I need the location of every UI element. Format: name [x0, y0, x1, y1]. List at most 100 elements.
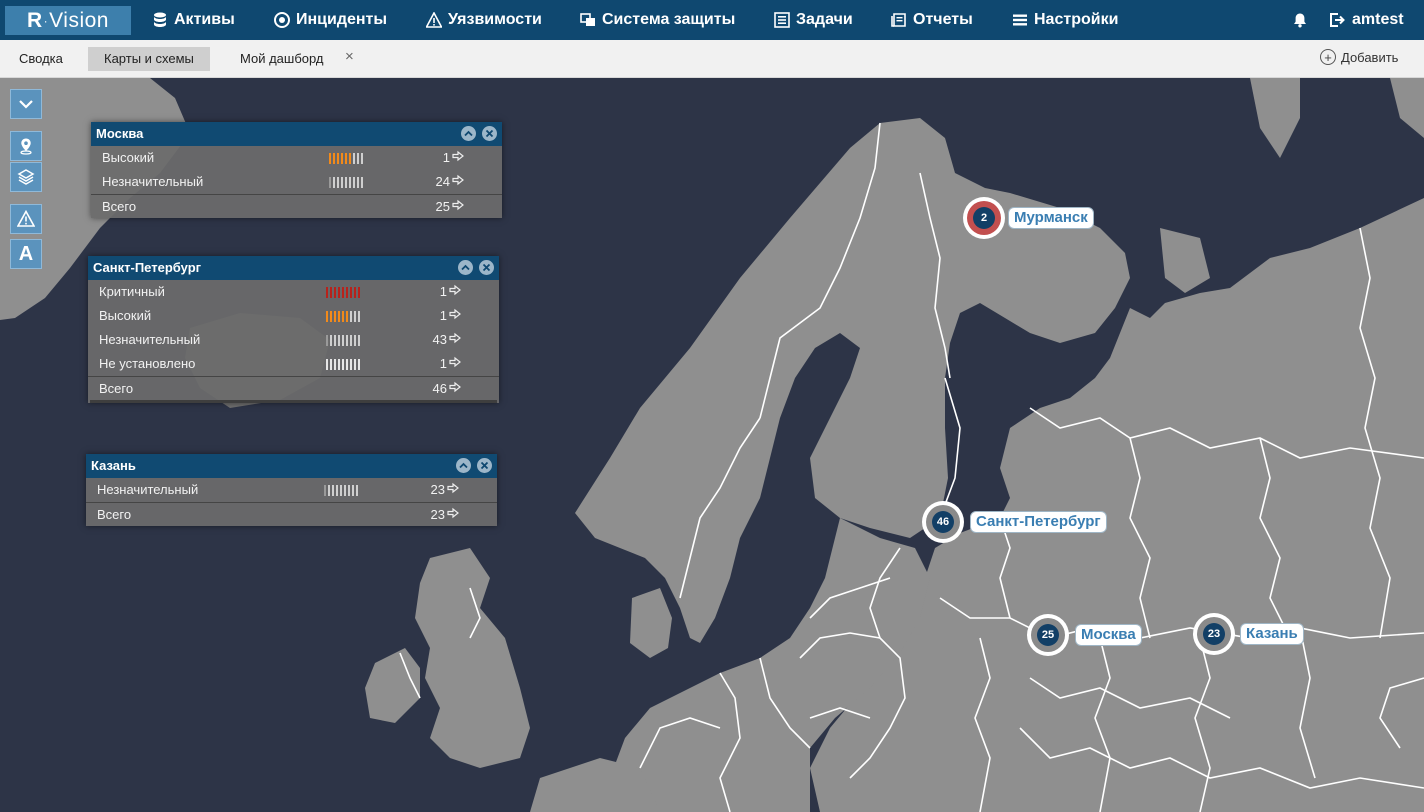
- user-menu[interactable]: amtest: [1329, 0, 1404, 40]
- severity-count: 24: [435, 174, 450, 189]
- arrow-right-icon[interactable]: [449, 332, 461, 344]
- nav-tasks[interactable]: Задачи: [774, 0, 853, 40]
- severity-tick: [348, 485, 350, 496]
- panel-header: Казань: [86, 454, 497, 478]
- severity-tick: [330, 335, 332, 346]
- tab-my-dashboard[interactable]: Мой дашборд: [224, 47, 340, 71]
- city-label-kazan[interactable]: Казань: [1240, 623, 1304, 645]
- chevron-up-icon: [461, 264, 470, 271]
- collapse-panel-button[interactable]: [461, 126, 476, 141]
- dashboard-tabs: Сводка Карты и схемы Мой дашборд × + Доб…: [0, 40, 1424, 78]
- map-marker-murmansk[interactable]: 2: [963, 197, 1005, 239]
- severity-tick: [346, 287, 348, 298]
- arrow-right-icon[interactable]: [452, 174, 464, 186]
- nav-protection-system[interactable]: Система защиты: [580, 0, 735, 40]
- severity-tick: [333, 153, 335, 164]
- severity-tick: [352, 485, 354, 496]
- arrow-right-icon[interactable]: [449, 308, 461, 320]
- arrow-right-icon[interactable]: [449, 381, 461, 393]
- info-panel-moscow: Москва Высокий 1 Незначительный 24 Всего…: [91, 122, 502, 218]
- panel-title: Казань: [91, 458, 136, 473]
- marker-count: 23: [1203, 623, 1225, 645]
- logo-text-r: R: [27, 8, 43, 32]
- database-icon: [154, 12, 166, 27]
- panel-header: Москва: [91, 122, 502, 146]
- severity-tick: [346, 359, 348, 370]
- severity-tick: [346, 311, 348, 322]
- bell-icon[interactable]: [1292, 12, 1308, 28]
- severity-tick: [342, 287, 344, 298]
- severity-tick: [328, 485, 330, 496]
- severity-tick: [345, 153, 347, 164]
- nav-settings[interactable]: Настройки: [1012, 0, 1118, 40]
- map-marker-saint-petersburg[interactable]: 46: [922, 501, 964, 543]
- app-logo[interactable]: R · Vision: [5, 6, 131, 35]
- severity-label: Незначительный: [97, 482, 199, 497]
- tab-maps-and-schemes[interactable]: Карты и схемы: [88, 47, 210, 71]
- city-label-saint-petersburg[interactable]: Санкт-Петербург: [970, 511, 1107, 533]
- collapse-panel-button[interactable]: [458, 260, 473, 275]
- total-count: 23: [430, 507, 445, 522]
- severity-row: Высокий 1: [88, 304, 499, 328]
- total-row: Всего 23: [86, 502, 497, 526]
- warning-icon: [17, 210, 35, 227]
- nav-assets[interactable]: Активы: [152, 0, 235, 40]
- map-marker-kazan[interactable]: 23: [1193, 613, 1235, 655]
- nav-reports[interactable]: Отчеты: [891, 0, 973, 40]
- logout-icon: [1330, 13, 1345, 27]
- arrow-right-icon[interactable]: [449, 284, 461, 296]
- severity-tick: [349, 177, 351, 188]
- nav-vulnerabilities[interactable]: Уязвимости: [426, 0, 542, 40]
- severity-label: Незначительный: [102, 174, 204, 189]
- severity-tick: [340, 485, 342, 496]
- city-label-murmansk[interactable]: Мурманск: [1008, 207, 1094, 229]
- severity-tick: [334, 287, 336, 298]
- marker-count: 25: [1037, 624, 1059, 646]
- nav-incidents[interactable]: Инциденты: [274, 0, 387, 40]
- add-dashboard-button[interactable]: + Добавить: [1320, 49, 1398, 65]
- close-panel-button[interactable]: [477, 458, 492, 473]
- nav-vulnerabilities-label: Уязвимости: [448, 11, 542, 28]
- arrow-right-icon[interactable]: [449, 356, 461, 368]
- assets-layer-button[interactable]: A: [10, 239, 42, 269]
- severity-label: Высокий: [102, 150, 155, 165]
- tab-summary[interactable]: Сводка: [3, 47, 79, 71]
- location-filter-button[interactable]: [10, 131, 42, 161]
- severity-tick: [346, 335, 348, 346]
- severity-tick: [358, 311, 360, 322]
- severity-tick: [341, 177, 343, 188]
- total-row: Всего 25: [91, 194, 502, 218]
- letter-a-icon: A: [18, 242, 34, 265]
- close-tab-icon[interactable]: ×: [345, 48, 354, 65]
- city-label-moscow[interactable]: Москва: [1075, 624, 1142, 646]
- map-marker-moscow[interactable]: 25: [1027, 614, 1069, 656]
- severity-tick: [330, 287, 332, 298]
- layers-button[interactable]: [10, 162, 42, 192]
- severity-tick: [329, 177, 331, 188]
- arrow-right-icon[interactable]: [452, 199, 464, 211]
- close-panel-button[interactable]: [479, 260, 494, 275]
- severity-count: 1: [442, 150, 450, 165]
- arrow-right-icon[interactable]: [452, 150, 464, 162]
- warning-icon: [426, 12, 442, 28]
- collapse-toolbar-button[interactable]: [10, 89, 42, 119]
- severity-bar-low: [329, 177, 363, 188]
- arrow-right-icon[interactable]: [447, 482, 459, 494]
- marker-count: 2: [973, 207, 995, 229]
- vulnerabilities-layer-button[interactable]: [10, 204, 42, 234]
- severity-tick: [333, 177, 335, 188]
- chevron-up-icon: [464, 130, 473, 137]
- severity-tick: [354, 359, 356, 370]
- severity-tick: [341, 153, 343, 164]
- severity-tick: [358, 335, 360, 346]
- severity-tick: [358, 359, 360, 370]
- severity-tick: [354, 287, 356, 298]
- map-canvas[interactable]: A Москва Высокий 1 Незначительный 24 Все…: [0, 78, 1424, 812]
- close-panel-button[interactable]: [482, 126, 497, 141]
- total-label: Всего: [97, 507, 132, 522]
- arrow-right-icon[interactable]: [447, 507, 459, 519]
- severity-tick: [358, 287, 360, 298]
- user-name: amtest: [1352, 11, 1404, 28]
- panel-scroll-track: [90, 400, 497, 403]
- collapse-panel-button[interactable]: [456, 458, 471, 473]
